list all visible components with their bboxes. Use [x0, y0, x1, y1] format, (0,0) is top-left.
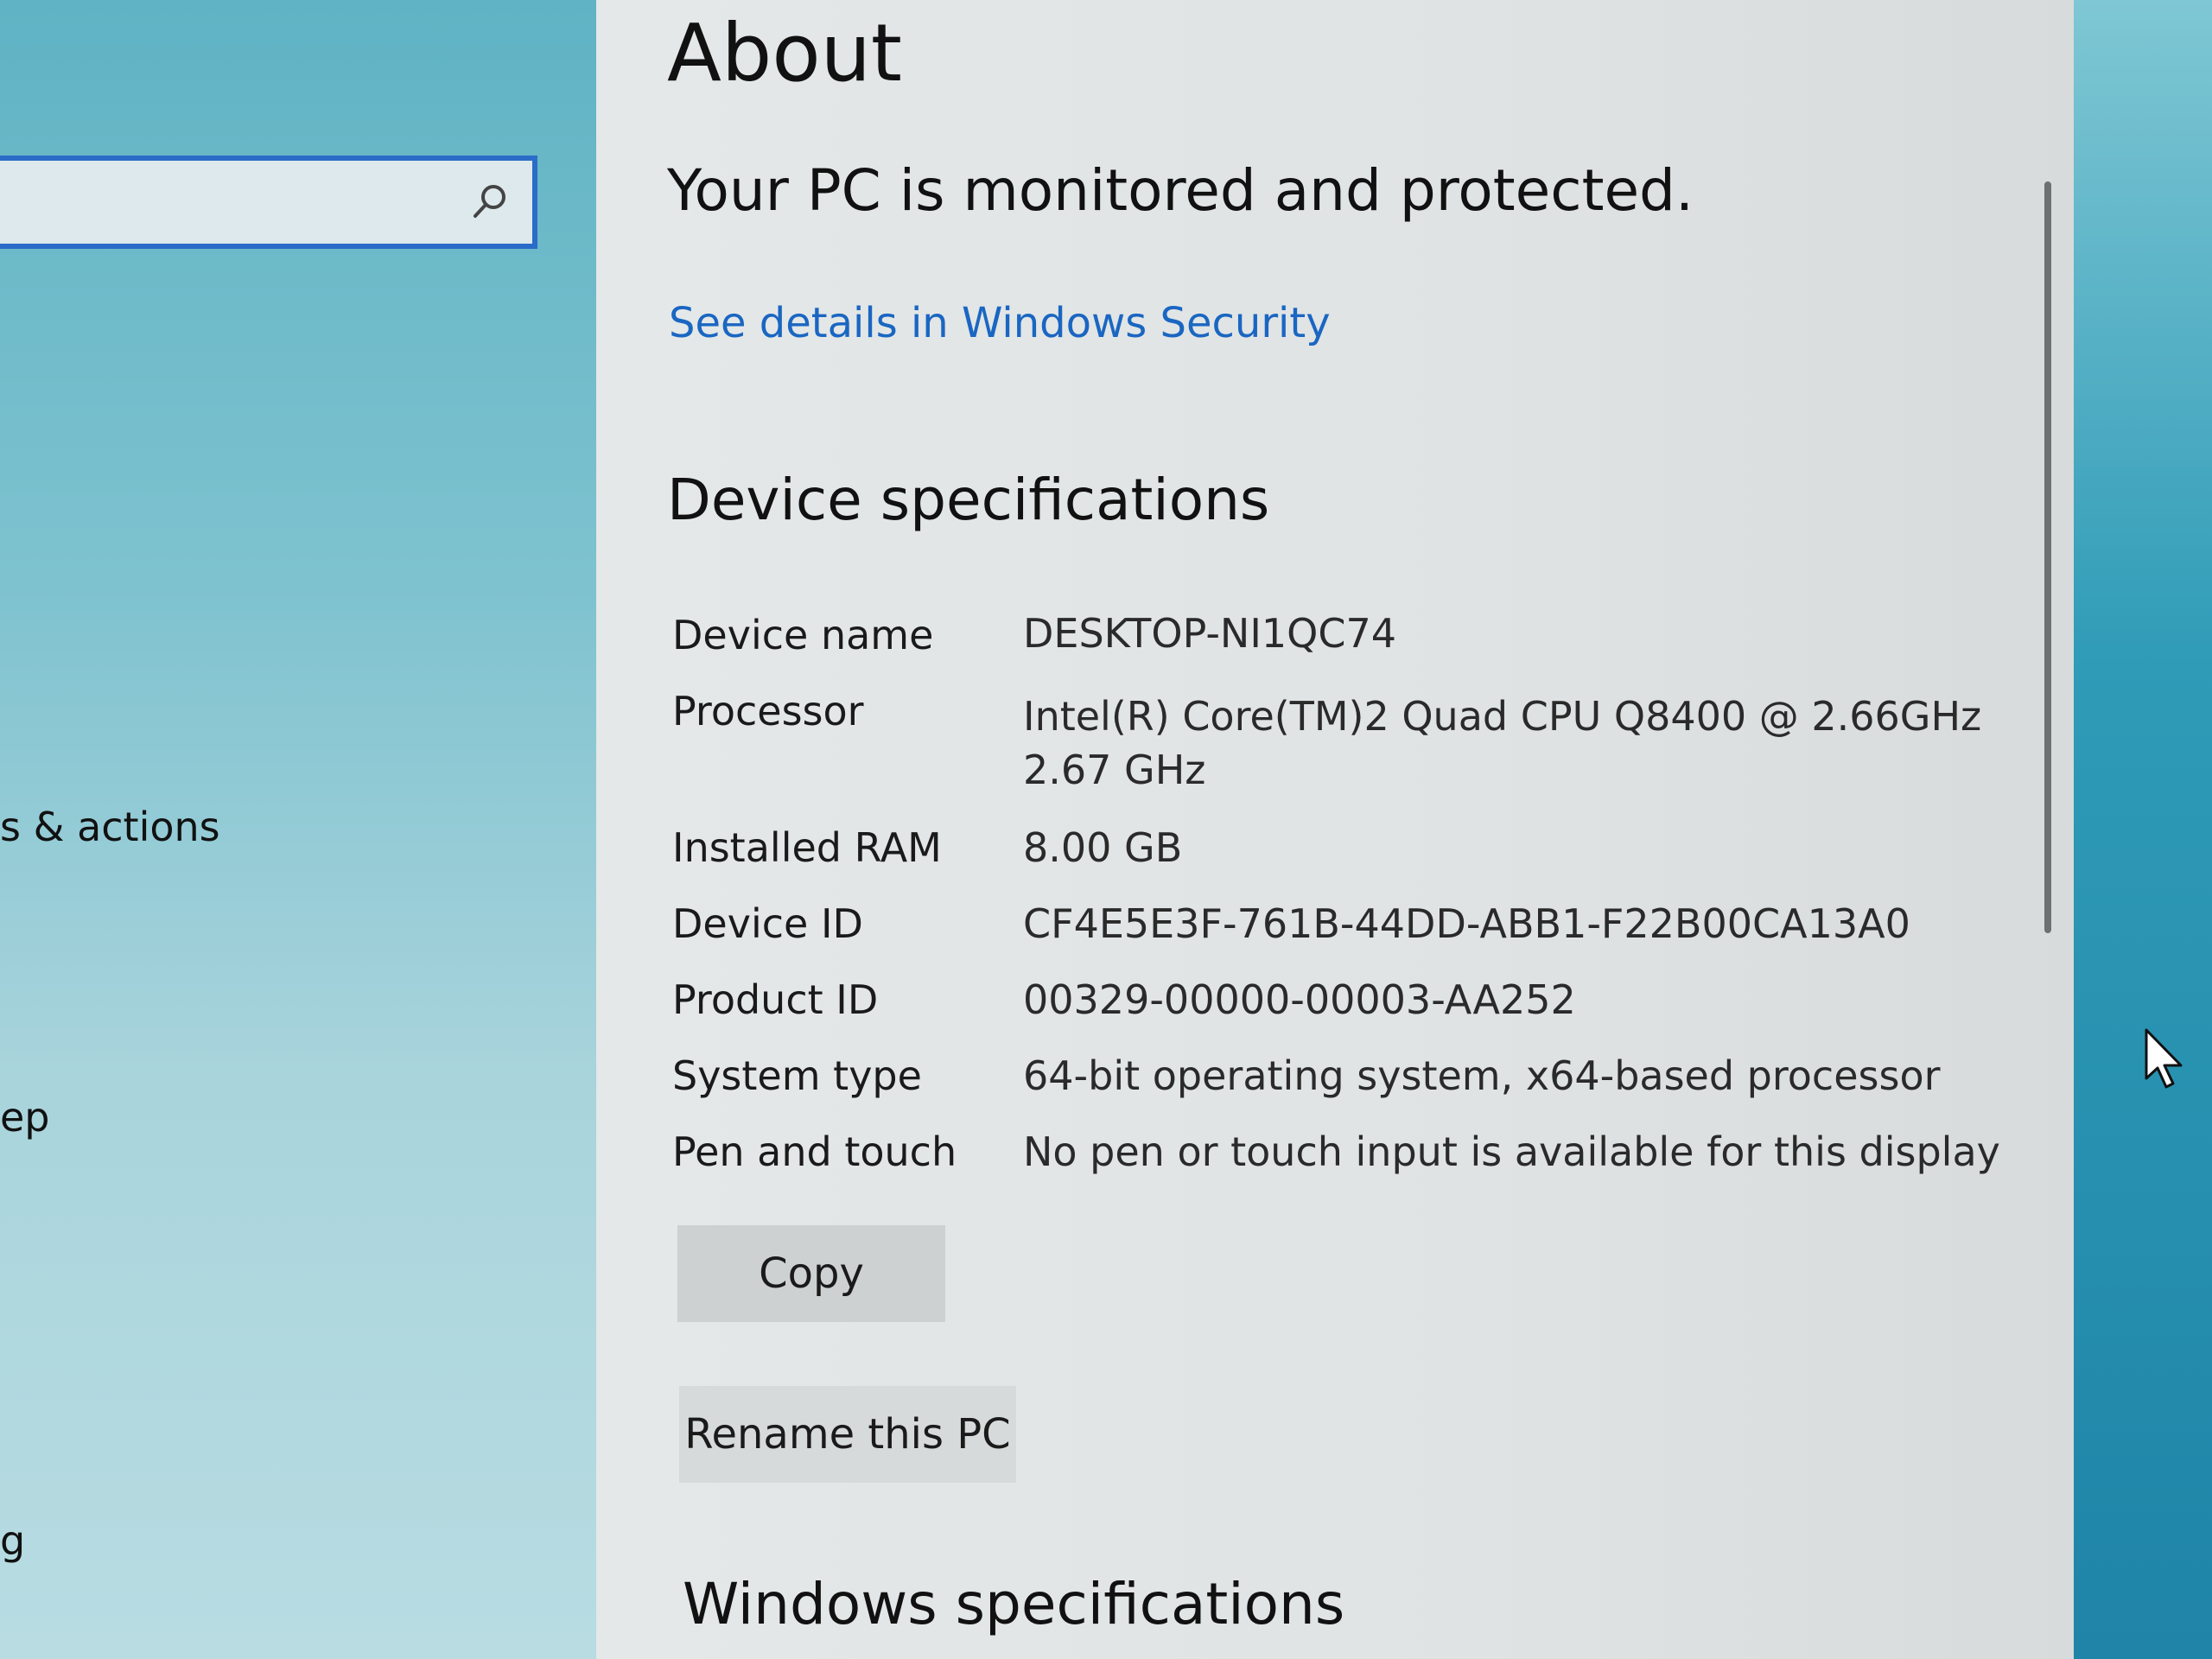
spec-value-processor: Intel(R) Core(TM)2 Quad CPU Q8400 @ 2.66… — [1023, 693, 1982, 740]
spec-label-processor: Processor — [672, 688, 864, 734]
device-specifications-heading: Device specifications — [667, 467, 1270, 533]
desktop-background — [2074, 0, 2212, 1659]
settings-search-box[interactable] — [0, 156, 537, 249]
search-input[interactable] — [0, 161, 453, 245]
settings-sidebar: s & actions ep g — [0, 0, 596, 1659]
spec-value-device-id: CF4E5E3F-761B-44DD-ABB1-F22B00CA13A0 — [1023, 900, 1910, 947]
sidebar-item-sleep[interactable]: ep — [0, 1094, 50, 1141]
spec-value-product-id: 00329-00000-00003-AA252 — [1023, 976, 1576, 1023]
spec-label-system-type: System type — [672, 1052, 922, 1099]
windows-specifications-heading: Windows specifications — [683, 1571, 1345, 1637]
spec-label-device-name: Device name — [672, 612, 934, 658]
page-title: About — [667, 7, 903, 99]
spec-value-installed-ram: 8.00 GB — [1023, 824, 1183, 871]
windows-security-link[interactable]: See details in Windows Security — [669, 299, 1331, 347]
sidebar-item-partial[interactable]: g — [0, 1517, 25, 1564]
spec-value-system-type: 64-bit operating system, x64-based proce… — [1023, 1052, 1941, 1099]
spec-label-installed-ram: Installed RAM — [672, 824, 942, 871]
rename-pc-button[interactable]: Rename this PC — [679, 1386, 1016, 1483]
spec-label-product-id: Product ID — [672, 976, 879, 1023]
protection-status: Your PC is monitored and protected. — [667, 157, 1694, 224]
spec-value-pen-and-touch: No pen or touch input is available for t… — [1023, 1128, 2000, 1175]
mouse-pointer-icon — [2145, 1028, 2183, 1089]
spec-label-pen-and-touch: Pen and touch — [672, 1128, 957, 1175]
spec-label-device-id: Device ID — [672, 900, 863, 947]
sidebar-item-notifications-actions[interactable]: s & actions — [0, 804, 220, 850]
spec-value-processor-speed: 2.67 GHz — [1023, 747, 1206, 793]
spec-value-device-name: DESKTOP-NI1QC74 — [1023, 610, 1397, 657]
copy-button[interactable]: Copy — [677, 1225, 945, 1322]
search-icon[interactable] — [465, 178, 513, 226]
scrollbar[interactable] — [2044, 181, 2051, 933]
